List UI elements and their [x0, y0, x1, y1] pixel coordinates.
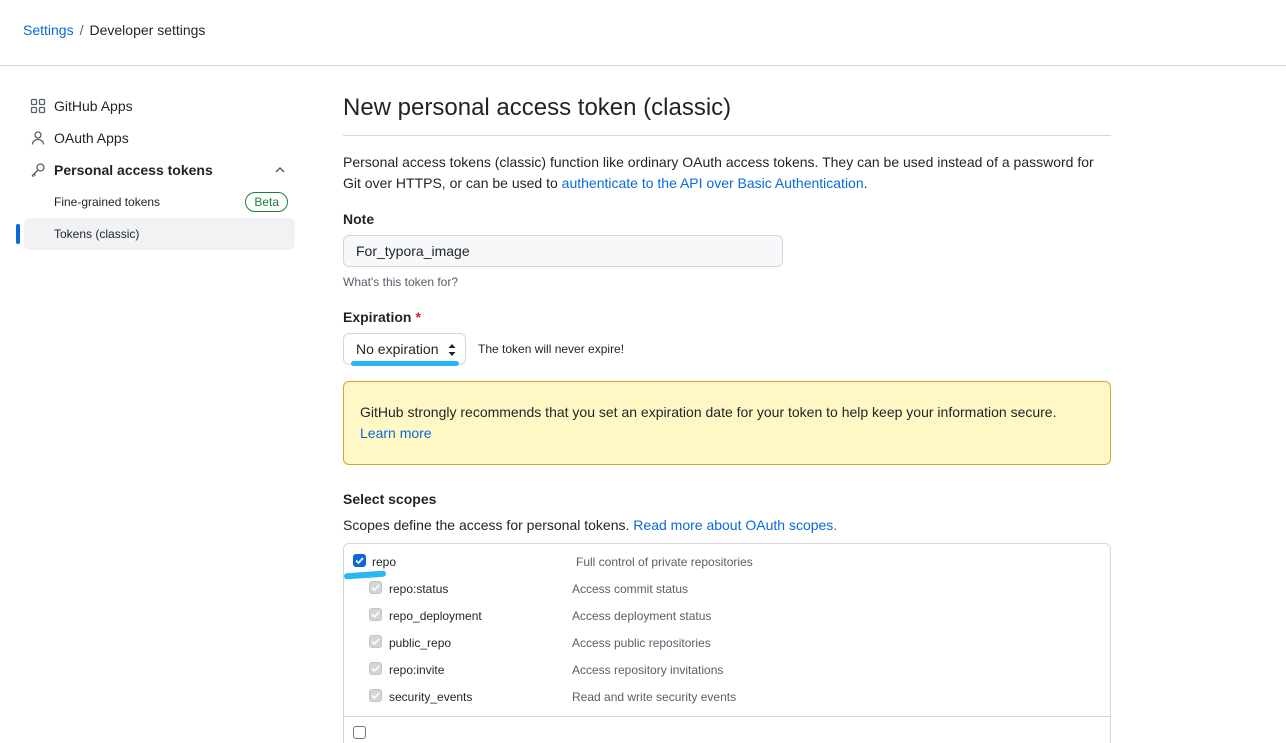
scope-name: repo:invite [389, 663, 445, 677]
basic-auth-link[interactable]: authenticate to the API over Basic Authe… [562, 175, 864, 191]
person-icon [30, 130, 46, 146]
security-events-checkbox[interactable] [369, 689, 382, 702]
scope-description: Access public repositories [572, 636, 711, 650]
oauth-scopes-link[interactable]: Read more about OAuth scopes. [633, 517, 837, 533]
scope-row-public-repo: public_repo Access public repositories [344, 631, 1110, 658]
scope-row-repo-deployment: repo_deployment Access deployment status [344, 604, 1110, 631]
scope-name: repo_deployment [389, 609, 482, 623]
note-hint: What's this token for? [343, 275, 459, 289]
breadcrumb: Settings / Developer settings [23, 22, 205, 38]
repo-deployment-checkbox[interactable] [369, 608, 382, 621]
next-scope-checkbox[interactable] [353, 726, 366, 739]
sidebar-item-label: Fine-grained tokens [54, 195, 161, 209]
sidebar-item-label: OAuth Apps [54, 130, 129, 146]
active-indicator [16, 224, 20, 244]
scope-row-repo-invite: repo:invite Access repository invitation… [344, 658, 1110, 685]
expiration-select[interactable]: No expiration [343, 333, 466, 366]
scope-description: Access deployment status [572, 609, 712, 623]
scopes-description: Scopes define the access for personal to… [343, 517, 1111, 533]
highlight-annotation [351, 361, 459, 366]
repo-status-checkbox[interactable] [369, 581, 382, 594]
scope-name: public_repo [389, 636, 452, 650]
scope-description: Full control of private repositories [576, 555, 753, 569]
scope-description: Access commit status [572, 582, 689, 596]
select-arrows-icon [448, 344, 456, 356]
scope-description: Read and write security events [572, 690, 737, 704]
scopes-list: repo Full control of private repositorie… [343, 543, 1111, 743]
sidebar-item-label: Personal access tokens [54, 162, 213, 178]
sidebar-item-tokens-classic[interactable]: Tokens (classic) [16, 218, 295, 250]
key-icon [30, 162, 46, 178]
expiration-warning: GitHub strongly recommends that you set … [343, 381, 1111, 465]
sidebar-item-label: Tokens (classic) [54, 227, 140, 241]
expiration-label-text: Expiration [343, 309, 412, 325]
intro-end: . [863, 175, 868, 191]
public-repo-checkbox[interactable] [369, 635, 382, 648]
beta-badge: Beta [245, 192, 288, 212]
scope-name: repo [372, 555, 397, 569]
scope-row-security-events: security_events Read and write security … [344, 685, 1110, 712]
breadcrumb-current: Developer settings [89, 22, 206, 38]
intro-text: Personal access tokens (classic) functio… [343, 152, 1111, 194]
warning-text: GitHub strongly recommends that you set … [360, 404, 1057, 420]
scope-divider [344, 716, 1110, 717]
page-title: New personal access token (classic) [343, 90, 1111, 136]
page-header: Settings / Developer settings [0, 0, 1286, 66]
sidebar-item-label: GitHub Apps [54, 98, 133, 114]
sidebar-item-oauth-apps[interactable]: OAuth Apps [16, 122, 296, 154]
learn-more-link[interactable]: Learn more [360, 425, 432, 441]
main-content: New personal access token (classic) Pers… [343, 90, 1111, 743]
breadcrumb-separator: / [79, 22, 84, 38]
repo-invite-checkbox[interactable] [369, 662, 382, 675]
expiration-selected: No expiration [356, 341, 439, 357]
repo-checkbox[interactable] [353, 554, 366, 567]
scope-name: security_events [389, 690, 473, 704]
settings-sidebar: GitHub Apps OAuth Apps Personal access t… [16, 90, 296, 250]
sidebar-item-personal-access-tokens[interactable]: Personal access tokens [16, 154, 296, 186]
scope-row-repo-status: repo:status Access commit status [344, 577, 1110, 604]
chevron-up-icon[interactable] [272, 162, 288, 178]
scopes-label: Select scopes [343, 491, 437, 507]
sidebar-item-github-apps[interactable]: GitHub Apps [16, 90, 296, 122]
required-marker: * [415, 309, 421, 325]
scopes-desc-text: Scopes define the access for personal to… [343, 517, 630, 533]
breadcrumb-settings-link[interactable]: Settings [23, 22, 74, 38]
expiration-label: Expiration * [343, 309, 1111, 325]
note-input[interactable]: For_typora_image [343, 235, 783, 267]
scope-description: Access repository invitations [572, 663, 724, 677]
expiration-row: No expiration The token will never expir… [343, 333, 1111, 366]
apps-grid-icon [30, 98, 46, 114]
sidebar-item-fine-grained-tokens[interactable]: Fine-grained tokens Beta [16, 186, 296, 218]
note-label: Note [343, 211, 375, 227]
scope-name: repo:status [389, 582, 449, 596]
scope-row-repo: repo Full control of private repositorie… [343, 550, 1110, 580]
expiration-hint: The token will never expire! [478, 342, 625, 356]
